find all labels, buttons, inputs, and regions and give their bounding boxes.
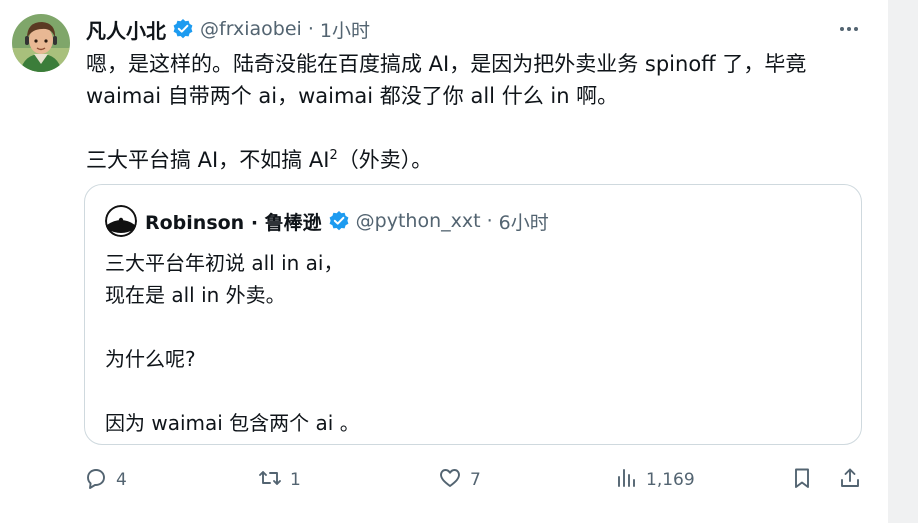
quote-text-line: 现在是 all in 外卖。 — [105, 283, 286, 307]
views-button[interactable]: 1,169 — [614, 462, 695, 498]
action-bar: 4 1 7 1,169 — [0, 462, 888, 498]
bookmark-icon — [790, 466, 814, 495]
quoted-tweet[interactable]: Robinson · 鲁棒逊 @python_xxt · 6小时 三大平台年初说… — [84, 184, 862, 445]
quote-author-handle[interactable]: @python_xxt — [356, 210, 481, 232]
quote-text-line: 因为 waimai 包含两个 ai 。 — [105, 411, 360, 435]
retweet-icon — [258, 466, 282, 495]
views-count: 1,169 — [646, 470, 695, 490]
reply-icon — [84, 466, 108, 495]
verified-badge-icon — [328, 210, 350, 232]
share-icon — [838, 466, 862, 495]
tweet-text-line: 三大平台搞 AI，不如搞 AI2（外卖）。 — [86, 148, 433, 172]
analytics-icon — [614, 466, 638, 495]
tweet-header: 凡人小北 @frxiaobei · 1小时 — [86, 14, 370, 44]
header-separator: · — [486, 210, 493, 232]
header-separator: · — [307, 18, 314, 40]
tweet-text: 嗯，是这样的。陆奇没能在百度搞成 AI，是因为把外卖业务 spinoff 了，毕… — [86, 48, 876, 176]
superscript: 2 — [329, 148, 338, 163]
quote-text: 三大平台年初说 all in ai， 现在是 all in 外卖。 为什么呢? … — [105, 247, 845, 439]
author-name[interactable]: 凡人小北 — [86, 15, 166, 44]
verified-badge-icon — [172, 18, 194, 40]
bookmark-button[interactable] — [790, 462, 814, 498]
ellipsis-icon — [840, 27, 844, 31]
author-avatar[interactable] — [12, 14, 70, 72]
quote-timestamp[interactable]: 6小时 — [499, 208, 549, 235]
author-handle[interactable]: @frxiaobei — [200, 18, 302, 40]
quote-header: Robinson · 鲁棒逊 @python_xxt · 6小时 — [105, 205, 549, 237]
quote-author-name[interactable]: Robinson · 鲁棒逊 — [145, 208, 322, 235]
share-button[interactable] — [838, 462, 862, 498]
like-button[interactable]: 7 — [438, 462, 481, 498]
like-count: 7 — [470, 470, 481, 490]
tweet-card: 凡人小北 @frxiaobei · 1小时 嗯，是这样的。陆奇没能在百度搞成 A… — [0, 0, 888, 523]
page-gutter — [888, 0, 918, 523]
tweet-text-line: waimai 自带两个 ai，waimai 都没了你 all 什么 in 啊。 — [86, 84, 619, 108]
reply-count: 4 — [116, 470, 127, 490]
retweet-button[interactable]: 1 — [258, 462, 301, 498]
tweet-text-line: 嗯，是这样的。陆奇没能在百度搞成 AI，是因为把外卖业务 spinoff 了，毕… — [86, 52, 807, 76]
retweet-count: 1 — [290, 470, 301, 490]
reply-button[interactable]: 4 — [84, 462, 127, 498]
more-options-button[interactable] — [836, 18, 862, 40]
quote-author-avatar[interactable] — [105, 205, 137, 237]
tweet-timestamp[interactable]: 1小时 — [320, 16, 370, 43]
quote-text-line: 三大平台年初说 all in ai， — [105, 251, 344, 275]
heart-icon — [438, 466, 462, 495]
quote-text-line: 为什么呢? — [105, 347, 196, 371]
